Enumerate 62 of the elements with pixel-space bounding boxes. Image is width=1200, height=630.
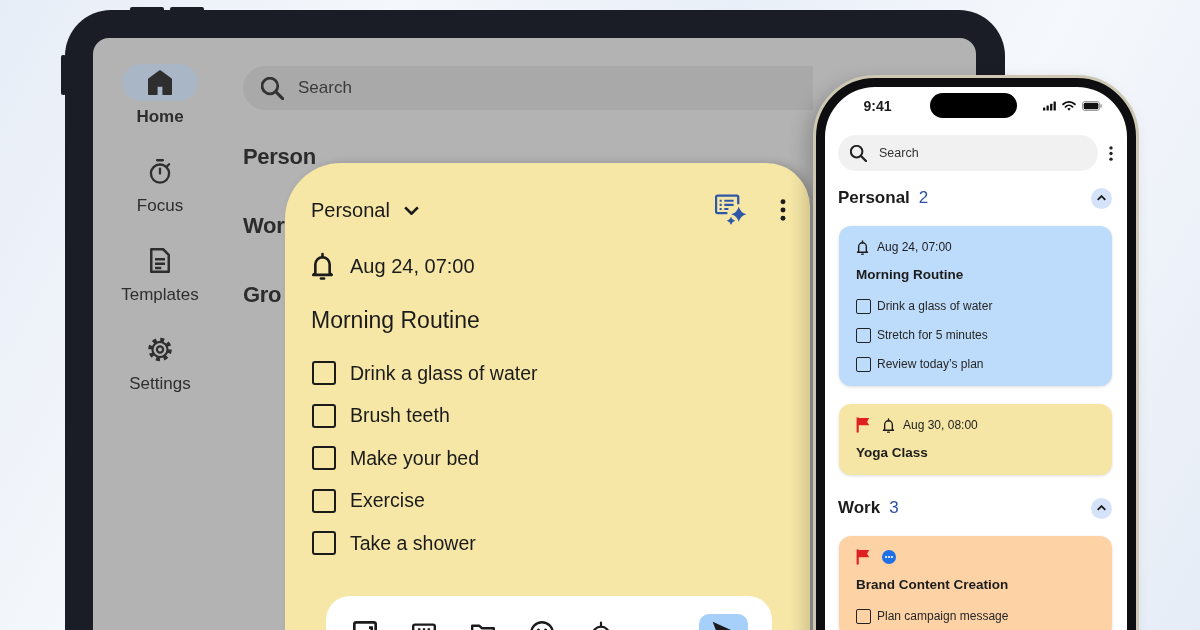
note-card[interactable]: Brand Content Creation Plan campaign message (839, 536, 1112, 630)
checklist-item: Exercise (350, 489, 425, 512)
checklist-item: Brush teeth (350, 404, 450, 427)
search-icon (261, 76, 284, 100)
collapse-button[interactable] (1091, 497, 1112, 519)
bell-icon (856, 239, 869, 255)
checkbox[interactable] (856, 298, 871, 314)
bell-icon (311, 252, 334, 280)
note-title: Morning Routine (856, 266, 964, 284)
nav-item[interactable]: Settings (122, 331, 198, 394)
checkbox[interactable] (312, 531, 336, 555)
collapse-button[interactable] (1091, 187, 1112, 209)
checkbox[interactable] (312, 446, 336, 470)
wifi-icon (1061, 100, 1076, 111)
document-icon (148, 248, 172, 273)
reminder-time: Aug 30, 08:00 (903, 418, 978, 432)
status-time: 9:41 (863, 97, 892, 114)
group-heading: Gro (243, 282, 282, 308)
checklist-item: Take a shower (350, 531, 476, 555)
chevron-up-icon (1097, 195, 1106, 201)
checkbox[interactable] (856, 327, 871, 343)
section-title: Personal (838, 188, 910, 208)
checklist-item: Plan campaign message (877, 609, 1009, 623)
checklist-item: Stretch for 5 minutes (877, 328, 988, 342)
checkbox[interactable] (856, 356, 871, 372)
checkbox[interactable] (312, 403, 336, 428)
note-title: Morning Routine (311, 306, 480, 334)
note-card[interactable]: Aug 30, 08:00 Yoga Class (839, 404, 1112, 475)
nav-item[interactable]: Focus (122, 153, 198, 216)
note-title: Brand Content Creation (856, 576, 1009, 594)
group-heading: Person (243, 144, 316, 170)
checkbox[interactable] (312, 361, 336, 385)
checkbox[interactable] (856, 608, 871, 624)
home-icon (148, 70, 172, 95)
gear-icon (148, 337, 172, 362)
signal-icon (1042, 100, 1056, 111)
category-dropdown[interactable]: Personal (311, 198, 419, 222)
note-card[interactable]: Aug 24, 07:00 Morning Routine Drink a glass of water Stretch for 5 minutes Review today’s plan (839, 226, 1112, 386)
chevron-down-icon (403, 205, 419, 215)
search-field[interactable]: Search (838, 135, 1098, 171)
checklist-item: Drink a glass of water (877, 299, 993, 313)
note-count: 3 (889, 498, 899, 518)
reminder-time: Aug 24, 07:00 (350, 254, 475, 278)
section-title: Work (838, 498, 881, 518)
search-field[interactable]: Search (243, 66, 813, 110)
search-icon (850, 144, 867, 162)
reminder-time: Aug 24, 07:00 (877, 240, 952, 254)
checklist-item: Review today’s plan (877, 357, 984, 371)
note-count: 2 (918, 188, 929, 208)
list-sparkle-icon[interactable] (715, 194, 747, 226)
checkbox[interactable] (312, 488, 336, 513)
more-icon[interactable] (1109, 145, 1113, 161)
bell-icon (882, 417, 895, 433)
more-icon[interactable] (780, 199, 786, 221)
battery-icon (1081, 100, 1102, 111)
checklist-item: Make your bed (350, 446, 479, 470)
chevron-up-icon (1097, 505, 1106, 511)
group-heading: Wor (243, 213, 285, 239)
stopwatch-icon (148, 159, 172, 184)
note-title: Yoga Class (856, 444, 928, 462)
checklist-item: Drink a glass of water (350, 361, 538, 385)
nav-item[interactable]: Templates (121, 242, 199, 305)
